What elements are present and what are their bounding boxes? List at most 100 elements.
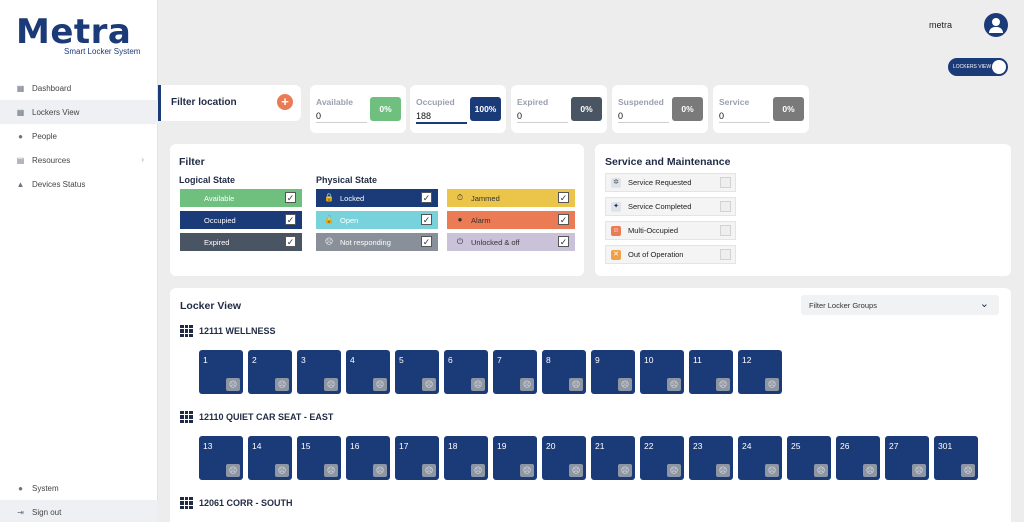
filter-occupied[interactable]: Occupied ✓ xyxy=(180,211,302,229)
checkbox[interactable]: ✓ xyxy=(285,214,296,225)
avatar[interactable] xyxy=(984,13,1008,37)
checkbox[interactable] xyxy=(720,249,731,260)
stat-percent-badge: 100% xyxy=(470,97,501,121)
group-title: 12111 WELLNESS xyxy=(180,325,276,337)
brand-logo[interactable]: Metra Smart Locker System xyxy=(16,12,146,58)
checkbox[interactable]: ✓ xyxy=(421,192,432,203)
service-completed[interactable]: ✦ Service Completed xyxy=(605,197,736,216)
locker-tile[interactable]: 7 ☹ xyxy=(493,350,537,394)
locker-tile[interactable]: 21 ☹ xyxy=(591,436,635,480)
locker-tile[interactable]: 5 ☹ xyxy=(395,350,439,394)
locker-tile[interactable]: 14 ☹ xyxy=(248,436,292,480)
locker-number: 3 xyxy=(301,355,306,365)
filter-available[interactable]: Available ✓ xyxy=(180,189,302,207)
locker-tile[interactable]: 4 ☹ xyxy=(346,350,390,394)
locker-tile[interactable]: 10 ☹ xyxy=(640,350,684,394)
locker-tile[interactable]: 11 ☹ xyxy=(689,350,733,394)
add-location-button[interactable]: + xyxy=(277,94,293,110)
sidebar-item-people[interactable]: ● People xyxy=(0,124,158,148)
checkbox[interactable]: ✓ xyxy=(285,192,296,203)
sad-face-icon: ☹ xyxy=(667,378,681,391)
stat-percent-badge: 0% xyxy=(773,97,804,121)
locker-tile[interactable]: 1 ☹ xyxy=(199,350,243,394)
filter-alarm[interactable]: ● Alarm ✓ xyxy=(447,211,575,229)
sad-face-icon: ☹ xyxy=(618,464,632,477)
filter-locked[interactable]: 🔒 Locked ✓ xyxy=(316,189,438,207)
locker-tile[interactable]: 13 ☹ xyxy=(199,436,243,480)
sidebar-item-lockers-view[interactable]: ▦ Lockers View xyxy=(0,100,158,124)
checkbox[interactable]: ✓ xyxy=(558,214,569,225)
unlock-icon: 🔓 xyxy=(324,215,334,224)
close-icon: ✕ xyxy=(611,250,621,260)
checkbox[interactable]: ✓ xyxy=(558,236,569,247)
locker-tile[interactable]: 20 ☹ xyxy=(542,436,586,480)
locker-tile[interactable]: 18 ☹ xyxy=(444,436,488,480)
locker-tile[interactable]: 22 ☹ xyxy=(640,436,684,480)
locker-tile[interactable]: 23 ☹ xyxy=(689,436,733,480)
locker-tile[interactable]: 8 ☹ xyxy=(542,350,586,394)
locker-tile[interactable]: 301 ☹ xyxy=(934,436,978,480)
locker-tile[interactable]: 27 ☹ xyxy=(885,436,929,480)
filter-unlocked-off[interactable]: ⏻ Unlocked & off ✓ xyxy=(447,233,575,251)
filter-expired[interactable]: Expired ✓ xyxy=(180,233,302,251)
filter-not-responding[interactable]: ☹ Not responding ✓ xyxy=(316,233,438,251)
stat-underline xyxy=(719,122,770,123)
sidebar-item-dashboard[interactable]: ▦ Dashboard xyxy=(0,76,158,100)
filter-label: Available xyxy=(204,193,235,203)
service-requested[interactable]: ✲ Service Requested xyxy=(605,173,736,192)
stat-card-occupied[interactable]: Occupied 188 100% xyxy=(410,85,506,133)
sad-face-icon: ☹ xyxy=(520,378,534,391)
checkbox[interactable]: ✓ xyxy=(421,214,432,225)
locker-tile[interactable]: 16 ☹ xyxy=(346,436,390,480)
locker-tile[interactable]: 12 ☹ xyxy=(738,350,782,394)
sidebar-item-label: Dashboard xyxy=(32,83,72,93)
filter-location[interactable]: Filter location + xyxy=(158,85,301,121)
filter-location-label: Filter location xyxy=(171,97,237,108)
checkbox[interactable]: ✓ xyxy=(558,192,569,203)
stat-card-expired[interactable]: Expired 0 0% xyxy=(511,85,607,133)
service-label: Service Completed xyxy=(628,202,692,211)
locker-tile[interactable]: 25 ☹ xyxy=(787,436,831,480)
sad-face-icon: ☹ xyxy=(814,464,828,477)
multi-occupied[interactable]: ☺ Multi-Occupied xyxy=(605,221,736,240)
locker-number: 19 xyxy=(497,441,507,451)
sidebar-item-devices-status[interactable]: ▲ Devices Status xyxy=(0,172,158,196)
locker-number: 8 xyxy=(546,355,551,365)
lockers-view-toggle[interactable]: LOCKERS VIEW xyxy=(948,58,1008,76)
multi-occupied-icon: ☺ xyxy=(611,226,621,236)
filter-title: Filter xyxy=(179,156,205,168)
locker-tile[interactable]: 3 ☹ xyxy=(297,350,341,394)
stat-card-suspended[interactable]: Suspended 0 0% xyxy=(612,85,708,133)
service-requested-icon: ✲ xyxy=(611,178,621,188)
checkbox[interactable]: ✓ xyxy=(285,236,296,247)
sidebar-item-resources[interactable]: ▤ Resources › xyxy=(0,148,158,172)
checkbox[interactable] xyxy=(720,201,731,212)
filter-jammed[interactable]: ⏱ Jammed ✓ xyxy=(447,189,575,207)
locker-tile[interactable]: 24 ☹ xyxy=(738,436,782,480)
checkbox[interactable] xyxy=(720,225,731,236)
locker-number: 17 xyxy=(399,441,409,451)
stat-card-available[interactable]: Available 0 0% xyxy=(310,85,406,133)
checkbox[interactable]: ✓ xyxy=(421,236,432,247)
stat-underline xyxy=(517,122,568,123)
grid-icon: ▦ xyxy=(16,107,25,117)
filter-open[interactable]: 🔓 Open ✓ xyxy=(316,211,438,229)
group-name: 12061 CORR - SOUTH xyxy=(199,498,293,508)
filter-label: Jammed xyxy=(471,193,500,203)
sidebar-item-system[interactable]: ● System xyxy=(0,476,158,500)
out-of-operation[interactable]: ✕ Out of Operation xyxy=(605,245,736,264)
locker-tile[interactable]: 19 ☹ xyxy=(493,436,537,480)
filter-locker-groups-dropdown[interactable]: Filter Locker Groups ⌄ xyxy=(801,295,999,315)
sad-face-icon: ☹ xyxy=(569,464,583,477)
locker-tile[interactable]: 15 ☹ xyxy=(297,436,341,480)
locker-tile[interactable]: 6 ☹ xyxy=(444,350,488,394)
checkbox[interactable] xyxy=(720,177,731,188)
locker-number: 22 xyxy=(644,441,654,451)
locker-tile[interactable]: 17 ☹ xyxy=(395,436,439,480)
sidebar-item-sign-out[interactable]: ⇥ Sign out xyxy=(0,500,158,522)
locker-tile[interactable]: 9 ☹ xyxy=(591,350,635,394)
locker-number: 4 xyxy=(350,355,355,365)
locker-tile[interactable]: 2 ☹ xyxy=(248,350,292,394)
locker-tile[interactable]: 26 ☹ xyxy=(836,436,880,480)
stat-card-service[interactable]: Service 0 0% xyxy=(713,85,809,133)
